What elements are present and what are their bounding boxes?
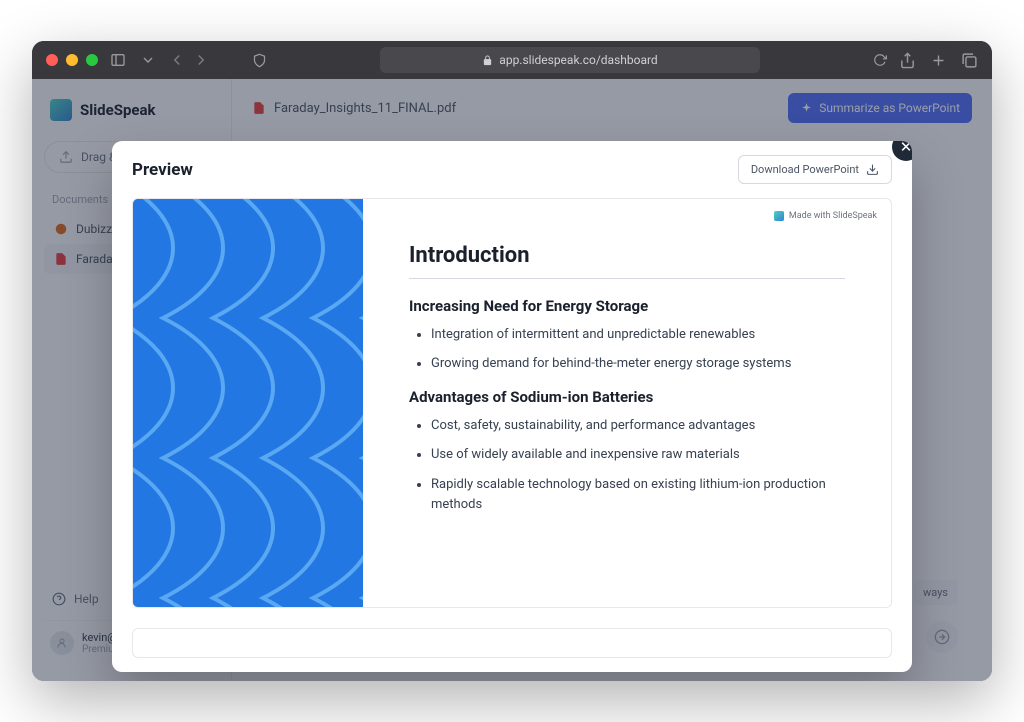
wave-pattern-icon: [133, 199, 363, 607]
list-item: Integration of intermittent and unpredic…: [431, 325, 845, 345]
close-window-icon[interactable]: [46, 54, 58, 66]
sidebar-toggle-icon[interactable]: [110, 52, 126, 68]
preview-modal: ✕ Preview Download PowerPoint: [112, 141, 912, 672]
modal-header: Preview Download PowerPoint: [112, 141, 912, 198]
forward-icon[interactable]: [192, 51, 210, 69]
titlebar-right: [899, 52, 978, 69]
slide-content: Made with SlideSpeak Introduction Increa…: [363, 199, 891, 607]
list-item: Rapidly scalable technology based on exi…: [431, 475, 845, 515]
modal-footer-input[interactable]: [132, 628, 892, 658]
tabs-icon[interactable]: [961, 52, 978, 69]
shield-icon[interactable]: [252, 53, 267, 68]
minimize-window-icon[interactable]: [66, 54, 78, 66]
app-root: SlideSpeak Drag & d Documents Dubizzle F…: [32, 79, 992, 681]
slide-list-2: Cost, safety, sustainability, and perfor…: [409, 416, 845, 515]
lock-icon: [482, 55, 493, 66]
nav-arrows: [168, 51, 210, 69]
slide-list-1: Integration of intermittent and unpredic…: [409, 325, 845, 374]
slidespeak-logo-icon: [774, 211, 784, 221]
made-with-label: Made with SlideSpeak: [789, 211, 877, 221]
slide-graphic: [133, 199, 363, 607]
made-with-badge: Made with SlideSpeak: [774, 211, 877, 221]
slide-subheading-2: Advantages of Sodium-ion Batteries: [409, 388, 845, 406]
plus-icon[interactable]: [930, 52, 947, 69]
list-item: Use of widely available and inexpensive …: [431, 445, 845, 465]
traffic-lights: [46, 54, 98, 66]
download-icon: [866, 163, 879, 176]
url-bar[interactable]: app.slidespeak.co/dashboard: [380, 47, 760, 73]
browser-window: app.slidespeak.co/dashboard SlideSpeak D…: [32, 41, 992, 681]
back-icon[interactable]: [168, 51, 186, 69]
titlebar: app.slidespeak.co/dashboard: [32, 41, 992, 79]
modal-overlay[interactable]: ✕ Preview Download PowerPoint: [32, 79, 992, 681]
download-powerpoint-button[interactable]: Download PowerPoint: [738, 155, 892, 184]
reload-icon[interactable]: [873, 53, 887, 67]
share-icon[interactable]: [899, 52, 916, 69]
list-item: Growing demand for behind-the-meter ener…: [431, 354, 845, 374]
slide-preview: Made with SlideSpeak Introduction Increa…: [132, 198, 892, 608]
slide-subheading-1: Increasing Need for Energy Storage: [409, 297, 845, 315]
url-text: app.slidespeak.co/dashboard: [499, 53, 657, 67]
list-item: Cost, safety, sustainability, and perfor…: [431, 416, 845, 436]
tab-controls: [110, 52, 156, 68]
maximize-window-icon[interactable]: [86, 54, 98, 66]
download-label: Download PowerPoint: [751, 163, 859, 176]
slide-title: Introduction: [409, 243, 845, 279]
modal-title: Preview: [132, 160, 193, 180]
chevron-down-icon[interactable]: [140, 52, 156, 68]
